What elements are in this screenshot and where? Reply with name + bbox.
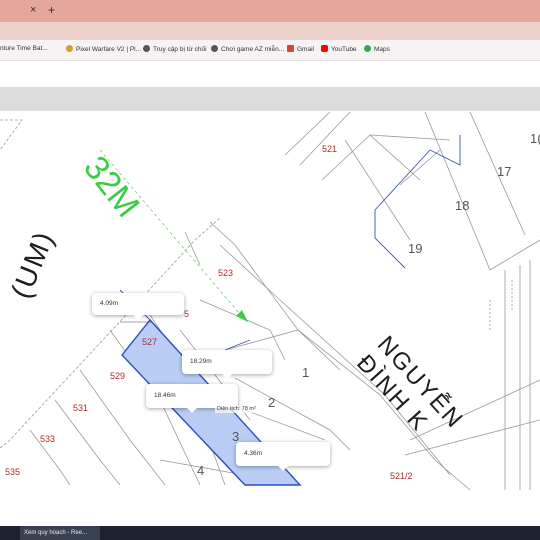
bookmark-item[interactable]: Pixel Warfare V2 | Pl... [66,45,141,53]
parcel-label: 18 [455,198,470,213]
parcel-label: 531 [73,403,89,413]
parcel-label: 2 [268,395,276,410]
measurement-tooltip: 4.09m [92,293,184,320]
globe-icon [211,45,218,52]
bookmark-label: Chơi game AZ miễn... [221,46,285,53]
tab-close-button[interactable]: × [30,4,36,16]
pixel-warfare-icon [66,45,73,52]
measurement-tooltip: 4.36m [236,442,330,471]
parcel-label: 523 [218,268,234,278]
bookmark-label: Pixel Warfare V2 | Pl... [76,46,142,53]
bookmark-item[interactable]: Maps [364,45,390,53]
new-tab-button[interactable]: + [48,3,55,17]
measurement-tooltip: 18.29m [182,350,272,379]
parcel-label: 19 [408,241,423,256]
bookmark-label: Gmail [297,46,314,53]
bookmark-item[interactable]: YouTube [321,45,357,53]
bookmark-item[interactable]: nture Time Bat... [0,45,48,52]
gmail-icon [287,45,294,52]
measurement-value: 18.29m [190,358,212,365]
address-bar[interactable] [0,22,540,40]
bookmark-item[interactable]: Gmail [287,45,314,53]
parcel-label: 1( [530,131,540,146]
bookmark-label: nture Time Bat... [0,45,48,52]
planning-map[interactable]: 32M (UM) NGUYỄN ĐÌNH K 521 523 5 527 529… [0,111,540,490]
parcel-label: 521/2 [390,471,413,481]
taskbar-item[interactable]: Xem quy hoạch - Ree... [20,526,100,540]
parcel-label: 535 [5,467,21,477]
parcel-label: 4 [197,463,205,478]
map-toolbar [0,87,540,111]
os-taskbar: Xem quy hoạch - Ree... [0,526,540,540]
parcel-label: 527 [142,337,158,347]
page-header-area [0,61,540,87]
parcel-label: 5 [184,309,190,319]
maps-icon [364,45,371,52]
parcel-label: 533 [40,434,56,444]
bookmark-label: Truy cập bị từ chối [153,46,207,53]
bookmark-item[interactable]: Truy cập bị từ chối [143,45,207,53]
youtube-icon [321,45,328,52]
bookmark-item[interactable]: Chơi game AZ miễn... [211,45,284,53]
area-label: Diện tích: 78 m² [215,405,258,413]
measurement-value: 4.36m [244,450,263,457]
parcel-label: 17 [497,164,512,179]
measurement-value: 4.09m [100,300,119,307]
parcel-label: 529 [110,371,126,381]
bookmark-label: Maps [374,46,390,53]
globe-icon [143,45,150,52]
parcel-label: 521 [322,144,338,154]
parcel-label: 1 [302,365,310,380]
page-bottom [0,490,540,526]
bookmark-label: YouTube [331,46,357,53]
bookmarks-bar: nture Time Bat... Pixel Warfare V2 | Pl.… [0,40,540,61]
browser-tab-strip: × + [0,0,540,22]
measurement-value: 18.46m [154,392,176,399]
